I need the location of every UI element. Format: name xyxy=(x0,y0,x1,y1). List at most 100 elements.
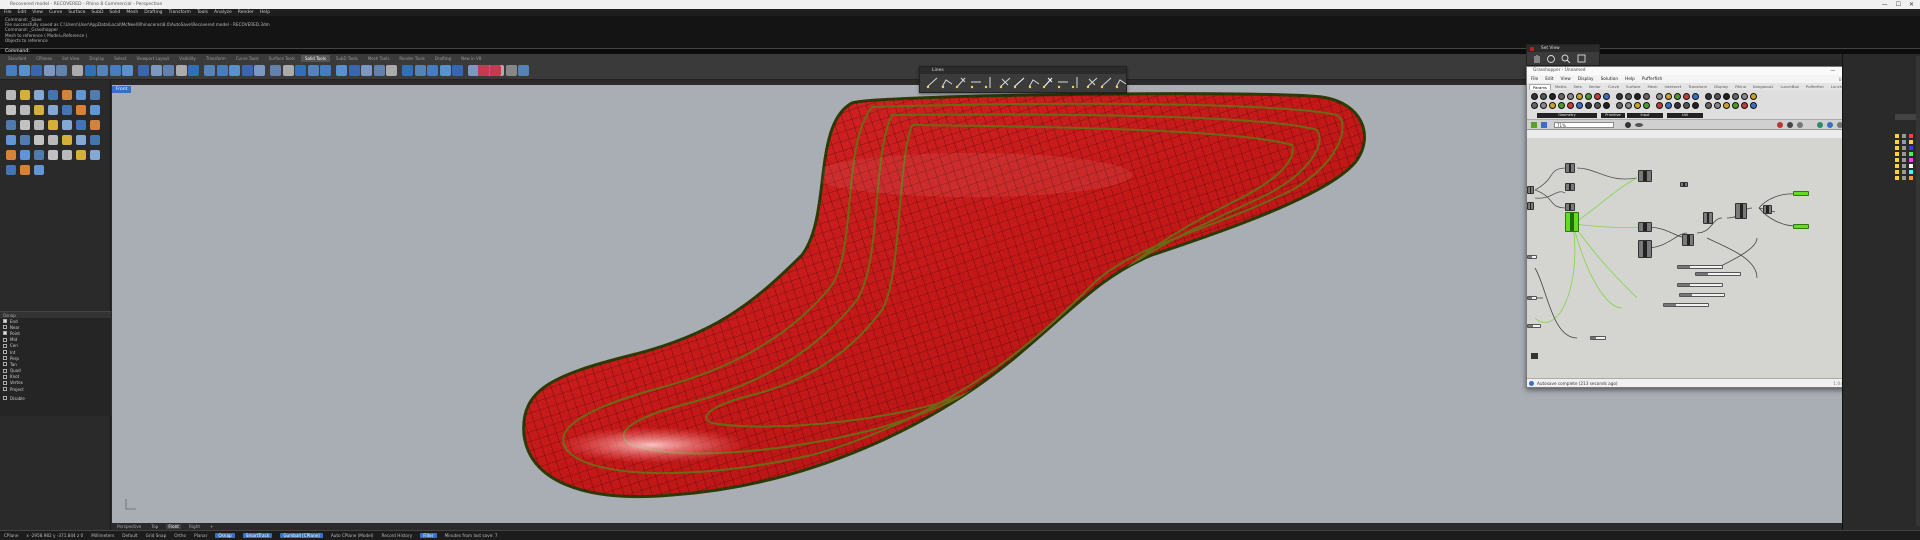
gh-component[interactable] xyxy=(1638,222,1652,232)
rotate-icon[interactable] xyxy=(62,120,72,130)
gh-panel-green[interactable] xyxy=(1793,224,1809,229)
tab-select[interactable]: Select xyxy=(110,55,130,62)
gh-component-icon[interactable] xyxy=(1741,102,1748,109)
tab-cplanes[interactable]: CPlanes xyxy=(32,55,56,62)
tab-transform[interactable]: Transform xyxy=(202,55,230,62)
color-swatch-icon[interactable] xyxy=(1909,140,1913,144)
rectangle-icon[interactable] xyxy=(20,165,30,175)
status-record-history[interactable]: Record History xyxy=(382,533,413,538)
gh-zoom-field[interactable]: 71% xyxy=(1554,122,1614,128)
circle-icon[interactable] xyxy=(76,150,86,160)
gh-bottom-left-icon[interactable] xyxy=(1531,353,1538,359)
more-options-icon[interactable] xyxy=(506,65,517,76)
gh-menu-help[interactable]: Help xyxy=(1625,77,1635,82)
gh-component-icon[interactable] xyxy=(1567,102,1574,109)
tab-standard[interactable]: Standard xyxy=(4,55,30,62)
gh-number-slider[interactable] xyxy=(1527,324,1541,328)
checkbox[interactable] xyxy=(3,387,7,392)
color-swatch-icon[interactable] xyxy=(1909,152,1913,156)
gh-component[interactable] xyxy=(1638,170,1652,182)
checkbox[interactable] xyxy=(3,350,7,355)
lightbulb-icon[interactable] xyxy=(1895,176,1899,180)
gh-display-icon[interactable] xyxy=(1827,122,1833,128)
boolean-intersection-icon[interactable] xyxy=(373,65,385,76)
menu-help[interactable]: Help xyxy=(260,10,270,15)
gh-component-icon[interactable] xyxy=(1723,102,1730,109)
gh-component-icon[interactable] xyxy=(1674,102,1681,109)
gh-minimize-button[interactable]: — xyxy=(1830,67,1835,75)
ellipse-icon[interactable] xyxy=(6,165,16,175)
gh-component-icon[interactable] xyxy=(1616,93,1623,100)
grid-icon[interactable] xyxy=(254,65,265,76)
cap-icon[interactable] xyxy=(150,65,162,76)
menu-view[interactable]: View xyxy=(32,10,43,15)
gh-component-icon[interactable] xyxy=(1616,102,1623,109)
gh-component-icon[interactable] xyxy=(1576,102,1583,109)
line-vertical-icon[interactable] xyxy=(1086,76,1098,89)
line-icon[interactable] xyxy=(926,76,938,89)
menu-tools[interactable]: Tools xyxy=(197,10,208,15)
maximize-button[interactable]: ☐ xyxy=(1896,1,1901,8)
lock-icon[interactable] xyxy=(1902,158,1906,162)
explode-icon[interactable] xyxy=(427,65,438,76)
gh-display-icon[interactable] xyxy=(1797,122,1803,128)
fillet-icon[interactable] xyxy=(76,135,86,145)
gh-display-icon[interactable] xyxy=(1777,122,1783,128)
gh-component-icon[interactable] xyxy=(1625,102,1632,109)
polyline-icon[interactable] xyxy=(48,90,58,100)
gh-number-slider[interactable] xyxy=(1679,293,1725,297)
join-icon[interactable] xyxy=(48,135,58,145)
gh-menu-solution[interactable]: Solution xyxy=(1601,77,1619,82)
menu-drafting[interactable]: Drafting xyxy=(144,10,162,15)
color-swatch-icon[interactable] xyxy=(1909,170,1913,174)
gh-number-slider[interactable] xyxy=(1677,265,1723,269)
gh-number-slider[interactable] xyxy=(1663,303,1709,307)
status-filter[interactable]: Filter xyxy=(420,533,437,538)
gh-menu-edit[interactable]: Edit xyxy=(1545,77,1553,82)
gh-menu-file[interactable]: File xyxy=(1531,77,1538,82)
gh-component[interactable] xyxy=(1735,203,1747,219)
gh-component-icon[interactable] xyxy=(1741,93,1748,100)
gh-component-icon[interactable] xyxy=(1558,93,1565,100)
fillet-icon[interactable] xyxy=(386,65,397,76)
render-icon[interactable] xyxy=(490,65,501,76)
gh-component-icon[interactable] xyxy=(1665,102,1672,109)
gh-panel-green[interactable] xyxy=(1793,191,1809,196)
gh-component-icon[interactable] xyxy=(1714,102,1721,109)
color-swatch-icon[interactable] xyxy=(1909,146,1913,150)
gh-menu-display[interactable]: Display xyxy=(1578,77,1594,82)
box-icon[interactable] xyxy=(76,105,86,115)
gh-component-icon[interactable] xyxy=(1656,102,1663,109)
gh-canvas[interactable] xyxy=(1527,138,1864,379)
line-fit-icon[interactable] xyxy=(1115,76,1127,89)
checkbox[interactable] xyxy=(3,368,7,373)
line-angled-icon[interactable] xyxy=(1028,76,1040,89)
checkbox[interactable] xyxy=(3,396,7,401)
polyline-icon[interactable] xyxy=(48,150,58,160)
solid-edit-icon[interactable] xyxy=(188,65,199,76)
curve-icon[interactable] xyxy=(62,90,72,100)
split-icon[interactable] xyxy=(34,135,44,145)
solid-edit-icon[interactable] xyxy=(452,65,463,76)
gh-component-icon[interactable] xyxy=(1594,102,1601,109)
status-osnap[interactable]: Osnap xyxy=(215,533,235,538)
gh-component[interactable] xyxy=(1527,186,1534,194)
gh-component-icon[interactable] xyxy=(1540,102,1547,109)
gh-component-icon[interactable] xyxy=(1603,102,1610,109)
gh-eye-icon[interactable] xyxy=(1635,123,1643,127)
scale-icon[interactable] xyxy=(76,120,86,130)
gh-display-icon[interactable] xyxy=(1787,122,1793,128)
gh-component-icon[interactable] xyxy=(1567,93,1574,100)
gh-preview-icon[interactable] xyxy=(1625,122,1631,128)
select-icon[interactable] xyxy=(6,90,16,100)
cylinder-icon[interactable] xyxy=(31,65,42,76)
tab-drafting[interactable]: Drafting xyxy=(431,55,455,62)
tab-curve-tools[interactable]: Curve Tools xyxy=(232,55,263,62)
point-icon[interactable] xyxy=(20,150,30,160)
command-history[interactable]: Command: _Save File successfully saved a… xyxy=(0,16,1920,48)
boolean-difference-icon[interactable] xyxy=(97,65,108,76)
gh-component-icon[interactable] xyxy=(1714,93,1721,100)
move-icon[interactable] xyxy=(34,120,44,130)
ellipse-icon[interactable] xyxy=(6,105,16,115)
cone-icon[interactable] xyxy=(307,65,319,76)
